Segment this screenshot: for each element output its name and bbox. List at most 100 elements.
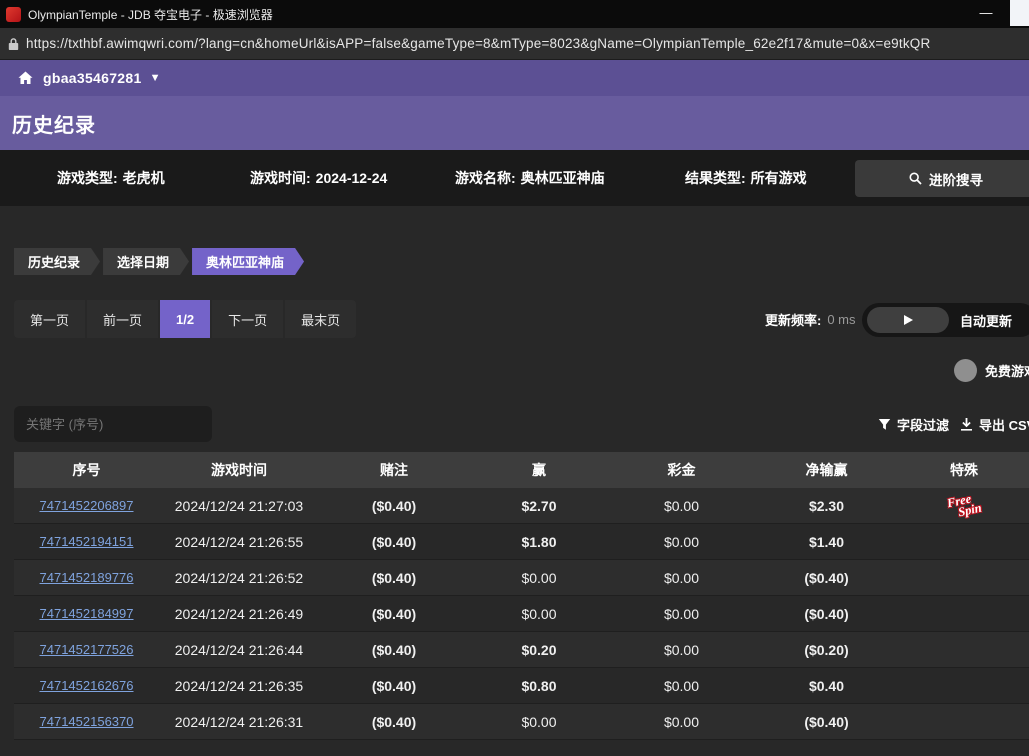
last-page-button[interactable]: 最末页 bbox=[285, 300, 356, 338]
filter-game-name[interactable]: 游戏名称: 奥林匹亚神庙 bbox=[455, 150, 605, 206]
free-games-toggle-knob[interactable] bbox=[954, 359, 977, 382]
refresh-rate: 更新频率: 0 ms bbox=[765, 300, 856, 338]
cell-bet: ($0.40) bbox=[319, 524, 469, 559]
play-icon bbox=[904, 315, 913, 325]
field-filter-button[interactable]: 字段过滤 bbox=[878, 409, 949, 439]
serial-link[interactable]: 7471452194151 bbox=[40, 534, 134, 549]
cell-net: ($0.20) bbox=[754, 632, 899, 667]
cell-win: $2.70 bbox=[469, 488, 609, 523]
current-page-indicator[interactable]: 1/2 bbox=[160, 300, 210, 338]
main-content: 历史纪录 选择日期 奥林匹亚神庙 第一页 前一页 1/2 下一页 最末页 更新频… bbox=[0, 206, 1029, 756]
breadcrumb-date[interactable]: 选择日期 bbox=[103, 248, 189, 275]
free-games-toggle[interactable]: 免费游戏 bbox=[954, 359, 1029, 382]
export-csv-button[interactable]: 导出 CSV bbox=[960, 409, 1029, 439]
account-name[interactable]: gbaa35467281 bbox=[43, 70, 142, 86]
serial-link[interactable]: 7471452162676 bbox=[40, 678, 134, 693]
cell-win: $0.80 bbox=[469, 668, 609, 703]
chevron-down-icon[interactable]: ▼ bbox=[150, 72, 161, 84]
window-titlebar: OlympianTemple - JDB 夺宝电子 - 极速浏览器 — bbox=[0, 0, 1029, 28]
auto-update-knob[interactable] bbox=[867, 307, 949, 333]
filter-game-date-label: 游戏时间: bbox=[250, 168, 311, 188]
cell-bet: ($0.40) bbox=[319, 488, 469, 523]
filter-game-type-label: 游戏类型: bbox=[57, 168, 118, 188]
auto-update-label: 自动更新 bbox=[960, 311, 1012, 330]
header-bet: 赌注 bbox=[319, 452, 469, 488]
cell-special bbox=[899, 596, 1029, 631]
breadcrumb-history[interactable]: 历史纪录 bbox=[14, 248, 100, 275]
auto-update-toggle[interactable]: 自动更新 bbox=[862, 303, 1029, 337]
cell-win: $0.20 bbox=[469, 632, 609, 667]
serial-link[interactable]: 7471452206897 bbox=[40, 498, 134, 513]
cell-special: FreeSpin bbox=[899, 488, 1029, 523]
minimize-button[interactable]: — bbox=[971, 0, 1001, 28]
download-icon bbox=[960, 417, 973, 431]
serial-link[interactable]: 7471452189776 bbox=[40, 570, 134, 585]
filter-result-type[interactable]: 结果类型: 所有游戏 bbox=[685, 150, 807, 206]
cell-win: $0.00 bbox=[469, 560, 609, 595]
home-icon[interactable] bbox=[17, 70, 34, 86]
table-row: 7471452194151 2024/12/24 21:26:55 ($0.40… bbox=[14, 524, 1029, 560]
header-win: 赢 bbox=[469, 452, 609, 488]
advanced-search-button[interactable]: 进阶搜寻 bbox=[855, 160, 1029, 197]
header-jackpot: 彩金 bbox=[609, 452, 754, 488]
search-icon bbox=[909, 172, 922, 185]
breadcrumb-game[interactable]: 奥林匹亚神庙 bbox=[192, 248, 304, 275]
page-header: 历史纪录 bbox=[0, 96, 1029, 150]
cell-game-time: 2024/12/24 21:26:44 bbox=[159, 632, 319, 667]
cell-net: ($0.40) bbox=[754, 596, 899, 631]
cell-jackpot: $0.00 bbox=[609, 524, 754, 559]
filter-game-name-value: 奥林匹亚神庙 bbox=[521, 168, 605, 188]
header-net: 净输赢 bbox=[754, 452, 899, 488]
serial-link[interactable]: 7471452184997 bbox=[40, 606, 134, 621]
cell-win: $0.00 bbox=[469, 704, 609, 739]
header-game-time: 游戏时间 bbox=[159, 452, 319, 488]
export-csv-label: 导出 CSV bbox=[979, 415, 1029, 434]
cell-special bbox=[899, 632, 1029, 667]
table-body: 7471452206897 2024/12/24 21:27:03 ($0.40… bbox=[14, 488, 1029, 740]
cell-game-time: 2024/12/24 21:27:03 bbox=[159, 488, 319, 523]
cell-jackpot: $0.00 bbox=[609, 704, 754, 739]
cell-jackpot: $0.00 bbox=[609, 596, 754, 631]
first-page-button[interactable]: 第一页 bbox=[14, 300, 85, 338]
serial-link[interactable]: 7471452156370 bbox=[40, 714, 134, 729]
cell-bet: ($0.40) bbox=[319, 704, 469, 739]
cell-win: $1.80 bbox=[469, 524, 609, 559]
table-row: 7471452184997 2024/12/24 21:26:49 ($0.40… bbox=[14, 596, 1029, 632]
cell-win: $0.00 bbox=[469, 596, 609, 631]
cell-special bbox=[899, 704, 1029, 739]
prev-page-button[interactable]: 前一页 bbox=[87, 300, 158, 338]
filter-game-type[interactable]: 游戏类型: 老虎机 bbox=[57, 150, 165, 206]
history-table: 序号 游戏时间 赌注 赢 彩金 净输赢 特殊 7471452206897 202… bbox=[14, 452, 1029, 740]
cell-game-time: 2024/12/24 21:26:35 bbox=[159, 668, 319, 703]
breadcrumb: 历史纪录 选择日期 奥林匹亚神庙 bbox=[14, 248, 307, 275]
maximize-button[interactable] bbox=[1010, 0, 1029, 26]
cell-bet: ($0.40) bbox=[319, 560, 469, 595]
filter-icon bbox=[878, 418, 891, 431]
cell-net: ($0.40) bbox=[754, 704, 899, 739]
cell-special bbox=[899, 524, 1029, 559]
advanced-search-label: 进阶搜寻 bbox=[929, 169, 983, 189]
header-serial: 序号 bbox=[14, 452, 159, 488]
window-title: OlympianTemple - JDB 夺宝电子 - 极速浏览器 bbox=[28, 6, 273, 23]
lock-icon bbox=[7, 37, 20, 51]
cell-game-time: 2024/12/24 21:26:49 bbox=[159, 596, 319, 631]
table-row: 7471452206897 2024/12/24 21:27:03 ($0.40… bbox=[14, 488, 1029, 524]
free-spin-badge: FreeSpin bbox=[946, 492, 982, 520]
filter-bar: 游戏类型: 老虎机 游戏时间: 2024-12-24 游戏名称: 奥林匹亚神庙 … bbox=[0, 150, 1029, 206]
cell-jackpot: $0.00 bbox=[609, 488, 754, 523]
filter-game-type-value: 老虎机 bbox=[123, 168, 165, 188]
header-special: 特殊 bbox=[899, 452, 1029, 488]
filter-game-date[interactable]: 游戏时间: 2024-12-24 bbox=[250, 150, 387, 206]
table-row: 7471452156370 2024/12/24 21:26:31 ($0.40… bbox=[14, 704, 1029, 740]
cell-jackpot: $0.00 bbox=[609, 632, 754, 667]
table-row: 7471452177526 2024/12/24 21:26:44 ($0.40… bbox=[14, 632, 1029, 668]
table-header-row: 序号 游戏时间 赌注 赢 彩金 净输赢 特殊 bbox=[14, 452, 1029, 488]
next-page-button[interactable]: 下一页 bbox=[212, 300, 283, 338]
search-input[interactable] bbox=[14, 406, 212, 442]
cell-bet: ($0.40) bbox=[319, 668, 469, 703]
cell-game-time: 2024/12/24 21:26:31 bbox=[159, 704, 319, 739]
url-text[interactable]: https://txthbf.awimqwri.com/?lang=cn&hom… bbox=[26, 36, 930, 51]
cell-bet: ($0.40) bbox=[319, 632, 469, 667]
serial-link[interactable]: 7471452177526 bbox=[40, 642, 134, 657]
free-games-label: 免费游戏 bbox=[985, 361, 1029, 380]
